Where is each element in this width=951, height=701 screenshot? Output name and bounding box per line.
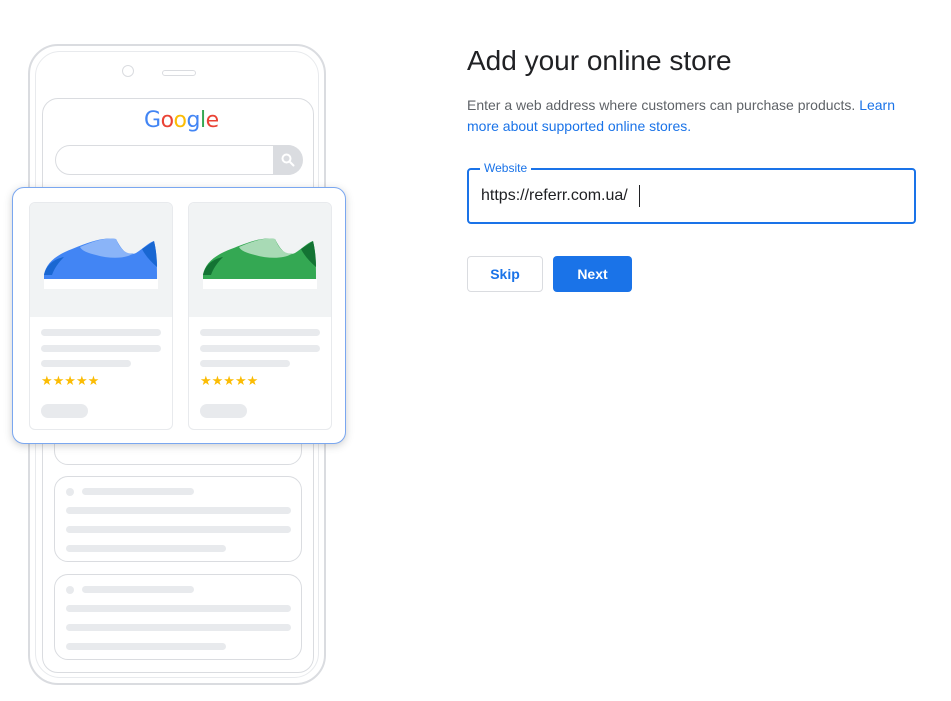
rating-stars: ★★★★★ bbox=[200, 373, 259, 388]
search-bar bbox=[55, 145, 302, 175]
store-illustration: Google ★★★★★ ★★★★★ bbox=[0, 0, 360, 701]
blue-shoe-image bbox=[30, 203, 172, 317]
product-card-green: ★★★★★ bbox=[188, 202, 332, 430]
website-field-label: Website bbox=[480, 161, 532, 175]
search-icon bbox=[273, 145, 303, 175]
result-card bbox=[54, 476, 302, 562]
website-field[interactable]: Website bbox=[467, 161, 916, 224]
skip-button[interactable]: Skip bbox=[467, 256, 543, 292]
website-input[interactable] bbox=[481, 183, 901, 209]
rating-stars: ★★★★★ bbox=[41, 373, 100, 388]
product-card-blue: ★★★★★ bbox=[29, 202, 173, 430]
green-shoe-image bbox=[189, 203, 331, 317]
page-title: Add your online store bbox=[467, 45, 732, 76]
next-button[interactable]: Next bbox=[553, 256, 632, 292]
product-results-popup: ★★★★★ ★★★★★ bbox=[12, 187, 346, 444]
text-caret bbox=[639, 185, 640, 207]
result-card bbox=[54, 574, 302, 660]
speaker-icon bbox=[162, 70, 196, 76]
description: Enter a web address where customers can … bbox=[467, 95, 917, 137]
description-text: Enter a web address where customers can … bbox=[467, 97, 856, 113]
camera-icon bbox=[122, 65, 134, 77]
google-logo: Google bbox=[144, 108, 219, 133]
